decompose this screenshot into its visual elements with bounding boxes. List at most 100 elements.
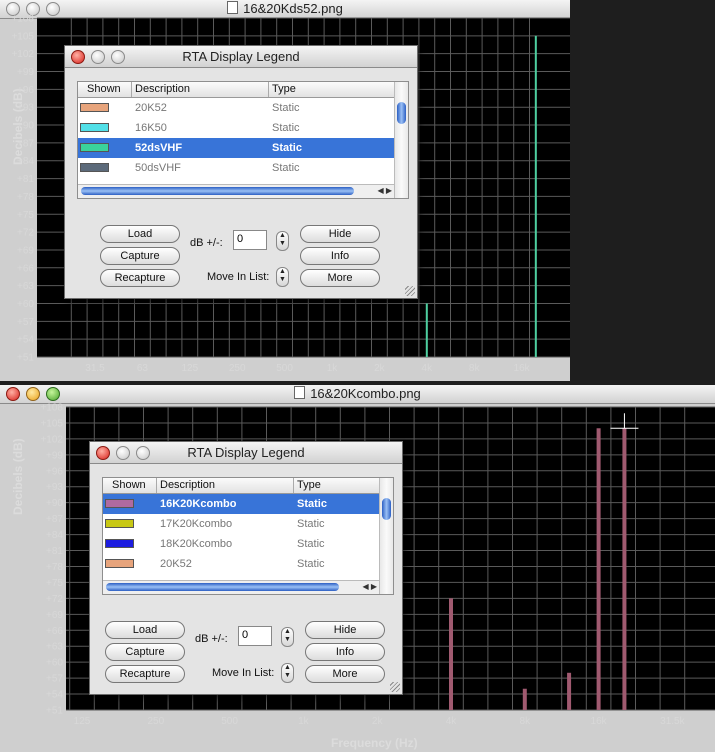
y-tick-label: +96 [46, 466, 63, 477]
y-tick-label: +54 [46, 690, 63, 701]
row-type: Static [272, 122, 300, 134]
horizontal-scrollbar[interactable]: ◀ ▶ [78, 184, 394, 198]
legend-table: Shown Description Type 20K52 Static 16K50 S… [77, 81, 409, 199]
y-tick-label: +60 [17, 299, 34, 310]
x-tick-label: 16k [591, 716, 608, 727]
row-description: 20K52 [160, 558, 192, 570]
legend-row[interactable]: 20K52 Static [103, 554, 379, 574]
capture-button[interactable]: Capture [105, 643, 185, 661]
resize-grip[interactable] [390, 682, 400, 692]
vertical-scrollbar[interactable] [394, 82, 408, 198]
legend-row[interactable]: 52dsVHF Static [78, 138, 394, 158]
legend-titlebar[interactable]: RTA Display Legend [65, 46, 417, 68]
load-button[interactable]: Load [100, 225, 180, 243]
hide-button[interactable]: Hide [300, 225, 380, 243]
legend-row[interactable]: 50dsVHF Static [78, 158, 394, 178]
x-tick-label: 2k [374, 363, 386, 374]
y-tick-label: +51 [46, 706, 63, 717]
y-tick-label: +78 [17, 192, 34, 203]
legend-row[interactable]: 18K20Kcombo Static [103, 534, 379, 554]
y-tick-label: +75 [46, 578, 63, 589]
y-tick-label: +57 [46, 674, 63, 685]
col-description[interactable]: Description [160, 479, 215, 491]
row-type: Static [297, 498, 327, 510]
col-type[interactable]: Type [297, 479, 321, 491]
vertical-scrollbar[interactable] [379, 478, 393, 594]
recapture-button[interactable]: Recapture [105, 665, 185, 683]
horizontal-scrollbar[interactable]: ◀ ▶ [103, 580, 379, 594]
move-in-list-label: Move In List: [207, 271, 270, 283]
row-type: Static [297, 558, 325, 570]
more-button[interactable]: More [300, 269, 380, 287]
y-tick-label: +105 [40, 418, 63, 429]
resize-grip[interactable] [405, 286, 415, 296]
y-tick-label: +84 [46, 530, 63, 541]
col-shown[interactable]: Shown [87, 83, 121, 95]
series-color-swatch[interactable] [105, 539, 134, 548]
legend-dialog-bottom: RTA Display Legend Shown Description Typ… [89, 441, 403, 695]
y-tick-label: +54 [17, 335, 34, 346]
x-tick-label: 125 [74, 716, 91, 727]
row-description: 18K20Kcombo [160, 538, 233, 550]
legend-table: Shown Description Type 16K20Kcombo Static… [102, 477, 394, 595]
x-tick-label: 31.5k [660, 716, 685, 727]
capture-button[interactable]: Capture [100, 247, 180, 265]
x-tick-label: 125 [181, 363, 198, 374]
legend-row[interactable]: 17K20Kcombo Static [103, 514, 379, 534]
series-color-swatch[interactable] [80, 123, 109, 132]
db-stepper[interactable]: ▲ ▼ [281, 627, 294, 647]
series-color-swatch[interactable] [105, 499, 134, 508]
series-color-swatch[interactable] [105, 519, 134, 528]
y-tick-label: +96 [17, 85, 34, 96]
legend-row[interactable]: 16K50 Static [78, 118, 394, 138]
y-tick-label: +66 [46, 626, 63, 637]
db-adjust-field[interactable]: 0 [233, 230, 267, 250]
x-tick-label: 8k [520, 716, 532, 727]
hide-button[interactable]: Hide [305, 621, 385, 639]
col-type[interactable]: Type [272, 83, 296, 95]
legend-row[interactable]: 20K52 Static [78, 98, 394, 118]
row-description: 16K20Kcombo [160, 498, 237, 510]
series-color-swatch[interactable] [105, 559, 134, 568]
db-stepper[interactable]: ▲ ▼ [276, 231, 289, 251]
x-tick-label: 8k [469, 363, 481, 374]
y-tick-label: +63 [17, 281, 34, 292]
row-description: 20K52 [135, 102, 167, 114]
move-stepper[interactable]: ▲ ▼ [276, 267, 289, 287]
legend-titlebar[interactable]: RTA Display Legend [90, 442, 402, 464]
y-tick-label: +90 [46, 498, 63, 509]
recapture-button[interactable]: Recapture [100, 269, 180, 287]
series-color-swatch[interactable] [80, 163, 109, 172]
table-header: Shown Description Type [103, 478, 379, 494]
x-tick-label: 1k [327, 363, 339, 374]
bar-4k [449, 598, 453, 710]
y-tick-label: +51 [17, 353, 34, 364]
y-tick-label: +57 [17, 317, 34, 328]
move-stepper[interactable]: ▲ ▼ [281, 663, 294, 683]
x-tick-label: 4k [446, 716, 458, 727]
y-tick-label: +87 [17, 138, 34, 149]
y-tick-label: +81 [46, 546, 63, 557]
y-tick-label: +102 [11, 49, 34, 60]
y-tick-label: +108 [11, 14, 34, 25]
y-tick-label: +75 [17, 210, 34, 221]
series-color-swatch[interactable] [80, 143, 109, 152]
row-type: Static [297, 538, 325, 550]
info-button[interactable]: Info [305, 643, 385, 661]
x-tick-label: 2k [372, 716, 384, 727]
series-color-swatch[interactable] [80, 103, 109, 112]
legend-title: RTA Display Legend [187, 445, 305, 460]
info-button[interactable]: Info [300, 247, 380, 265]
db-adjust-label: dB +/-: [190, 237, 223, 249]
db-adjust-field[interactable]: 0 [238, 626, 272, 646]
row-description: 52dsVHF [135, 142, 183, 154]
legend-row[interactable]: 16K20Kcombo Static [103, 494, 379, 514]
row-type: Static [272, 142, 302, 154]
col-description[interactable]: Description [135, 83, 190, 95]
row-description: 50dsVHF [135, 162, 181, 174]
more-button[interactable]: More [305, 665, 385, 683]
load-button[interactable]: Load [105, 621, 185, 639]
col-shown[interactable]: Shown [112, 479, 146, 491]
y-tick-label: +69 [46, 610, 63, 621]
y-tick-label: +99 [17, 67, 34, 78]
